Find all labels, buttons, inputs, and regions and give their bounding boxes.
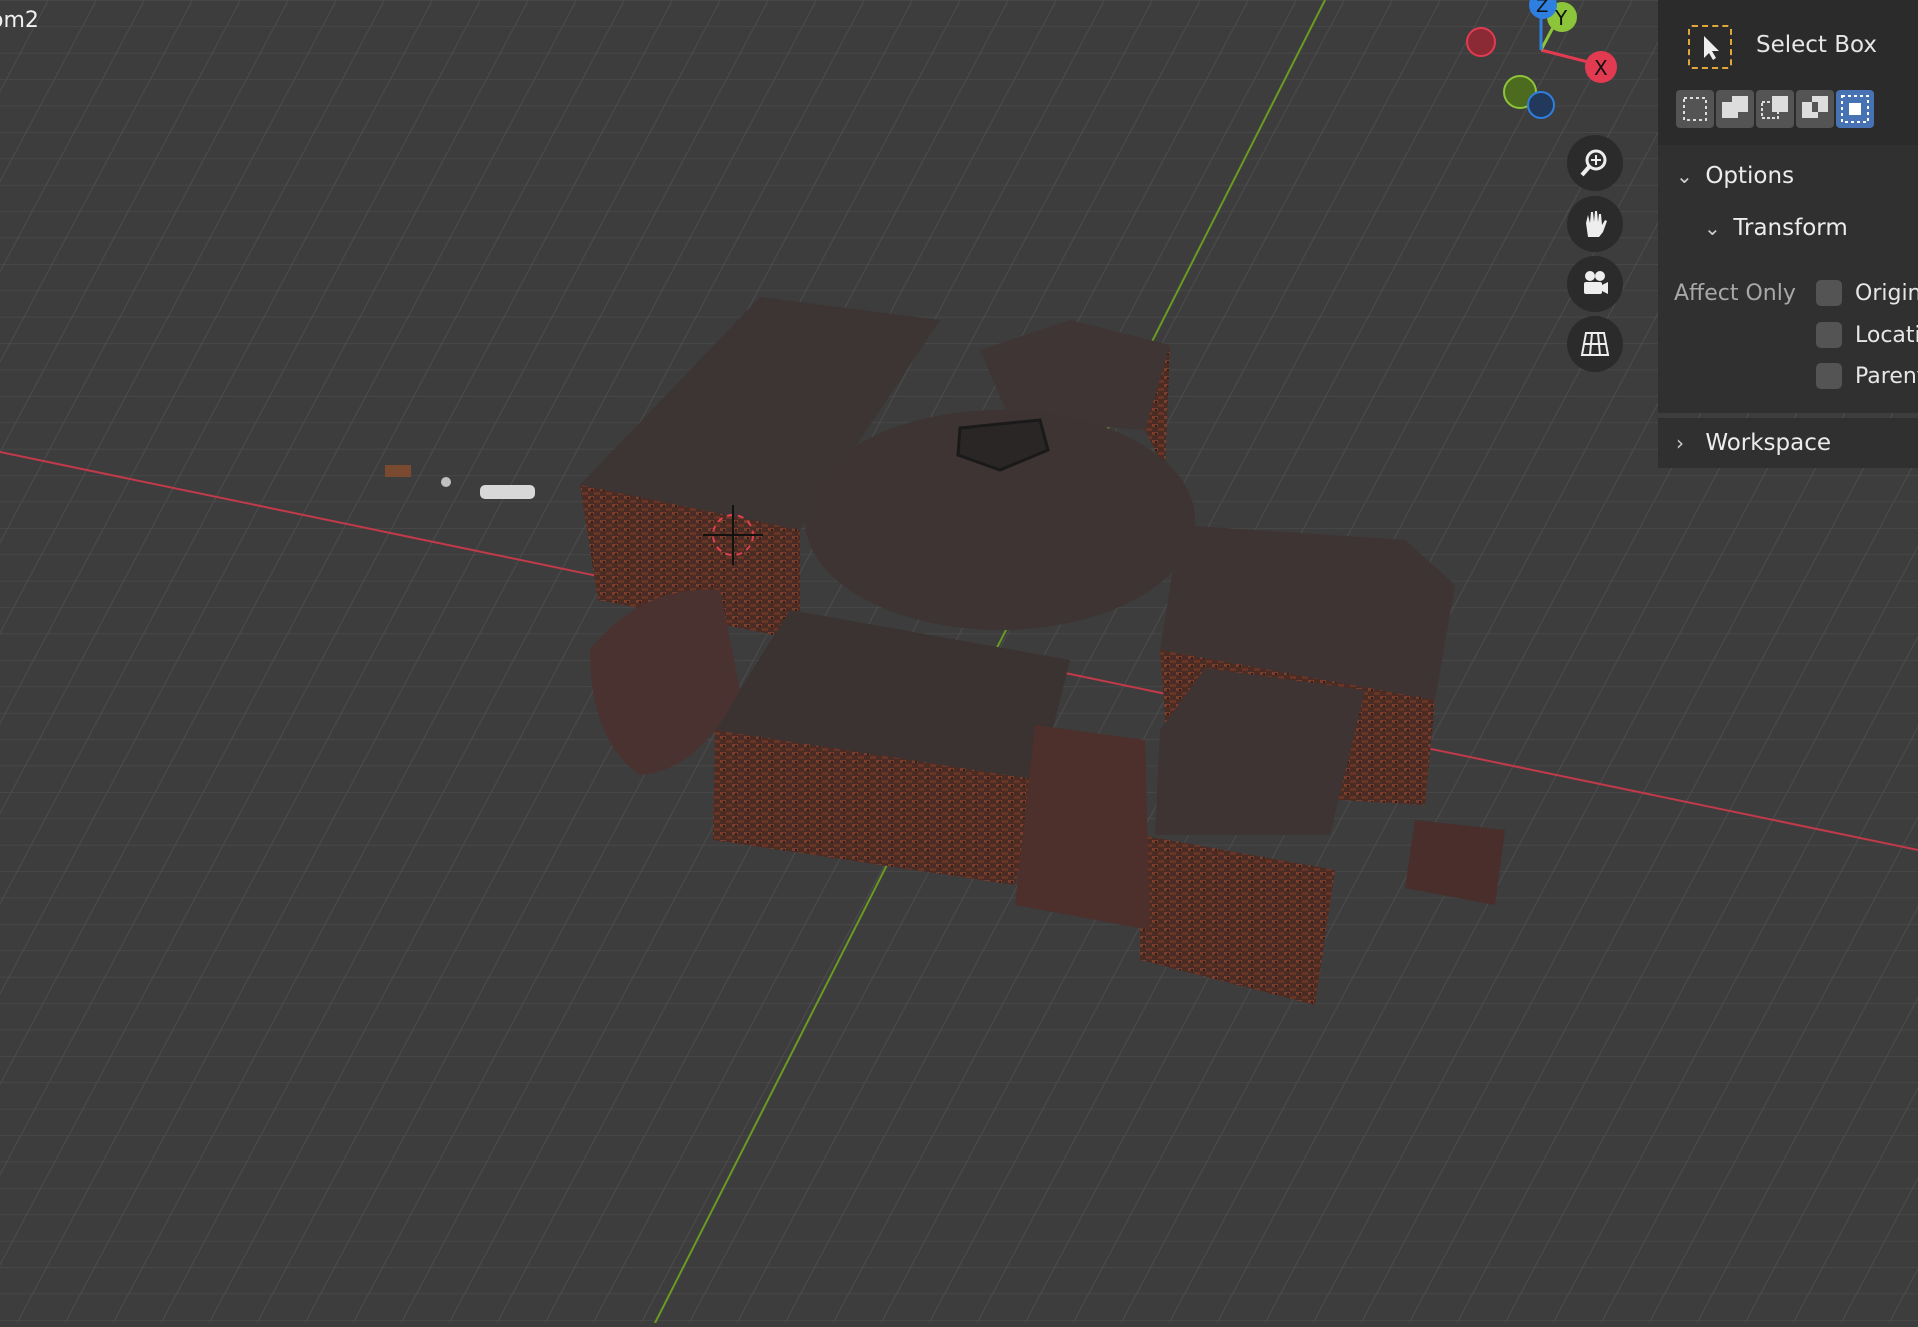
viewport-scene: X Y Z [0,0,1918,1324]
transform-label: Transform [1733,215,1848,241]
y-axis-label: Y [1554,6,1568,30]
workspace-section-header[interactable]: › Workspace [1676,430,1831,456]
active-tool-name: Select Box [1756,32,1878,58]
affect-locations-label[interactable]: Locations [1855,323,1918,348]
select-mode-extend-button[interactable] [1716,90,1754,128]
workspace-label: Workspace [1705,430,1832,456]
affect-origin-label[interactable]: Origin [1855,281,1918,306]
affect-parents-checkbox[interactable] [1816,363,1842,389]
select-mode-subtract-button[interactable] [1756,90,1794,128]
zoom-button[interactable] [1567,135,1623,191]
camera-icon [1584,271,1608,294]
chevron-down-icon: ⌄ [1676,164,1693,188]
select-mode-difference-button[interactable] [1796,90,1834,128]
select-box-tool-icon[interactable] [1688,25,1732,69]
affect-locations-checkbox[interactable] [1816,322,1842,348]
z-axis-label: Z [1536,0,1548,17]
affect-only-label: Affect Only [1674,281,1796,306]
chevron-right-icon: › [1676,431,1684,455]
perspective-toggle-button[interactable] [1567,316,1623,372]
hand-pan-icon [1586,211,1607,237]
affect-parents-label[interactable]: Parents [1855,364,1918,389]
zoom-icon [1580,149,1607,177]
viewport-object-title: om2 [0,8,39,33]
negative-z-dot [1527,91,1555,119]
options-section-header[interactable]: ⌄ Options [1676,163,1794,189]
affect-origin-checkbox[interactable] [1816,280,1842,306]
pan-button[interactable] [1567,196,1623,252]
negative-x-dot [1466,27,1496,57]
perspective-grid-icon [1580,332,1610,356]
options-label: Options [1705,163,1795,189]
select-mode-set-button[interactable] [1676,90,1714,128]
3d-viewport[interactable]: X Y Z om2 [0,0,1918,1324]
select-mode-intersect-button[interactable] [1836,90,1874,128]
chevron-down-icon: ⌄ [1704,216,1721,240]
transform-section-header[interactable]: ⌄ Transform [1704,215,1848,241]
camera-view-button[interactable] [1567,256,1623,312]
x-axis-label: X [1594,56,1608,80]
